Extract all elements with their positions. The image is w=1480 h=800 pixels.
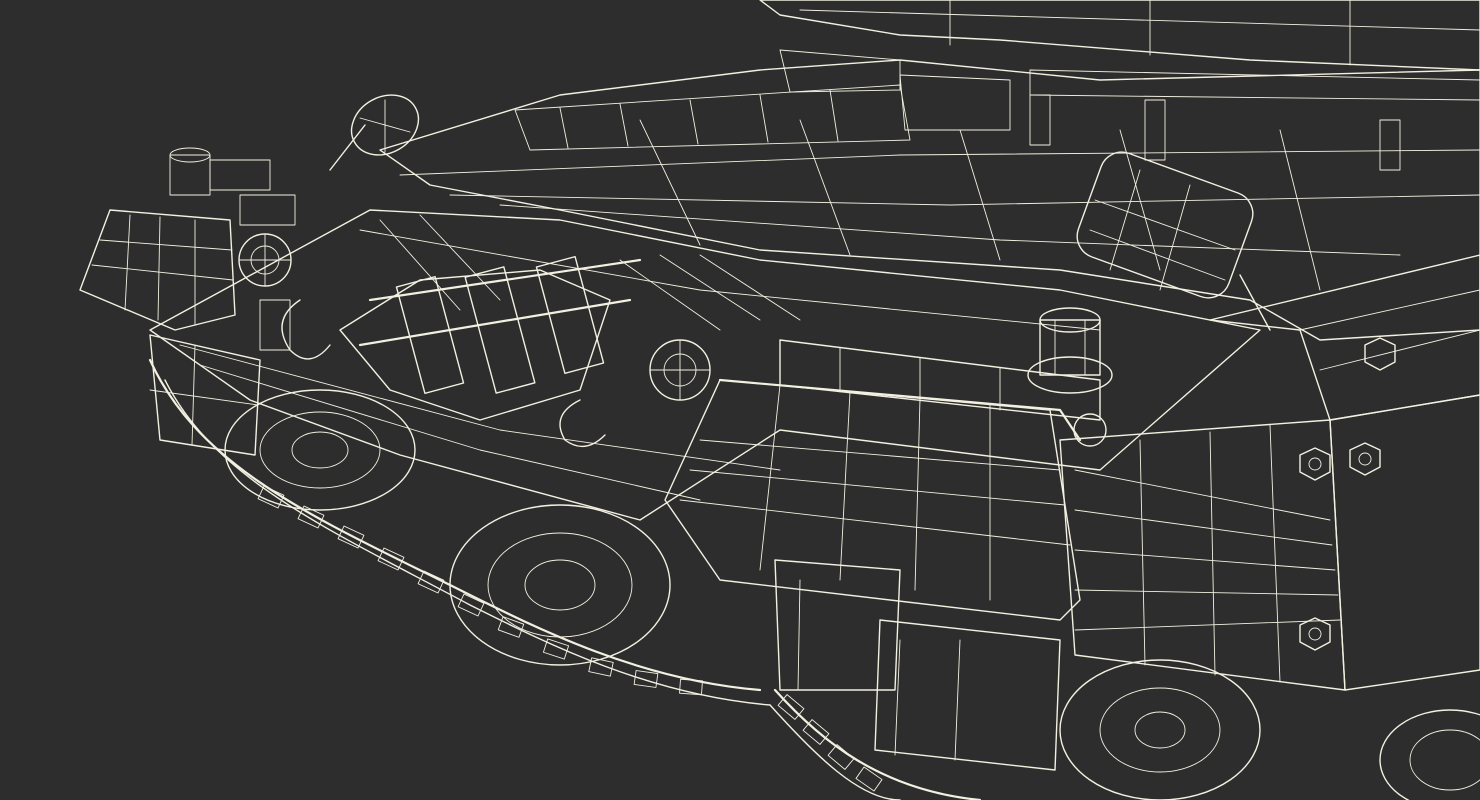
left-round-light xyxy=(238,233,292,287)
center-round-light xyxy=(649,339,711,401)
wireframe-tank-render xyxy=(0,0,1480,800)
render-viewport xyxy=(0,0,1480,800)
